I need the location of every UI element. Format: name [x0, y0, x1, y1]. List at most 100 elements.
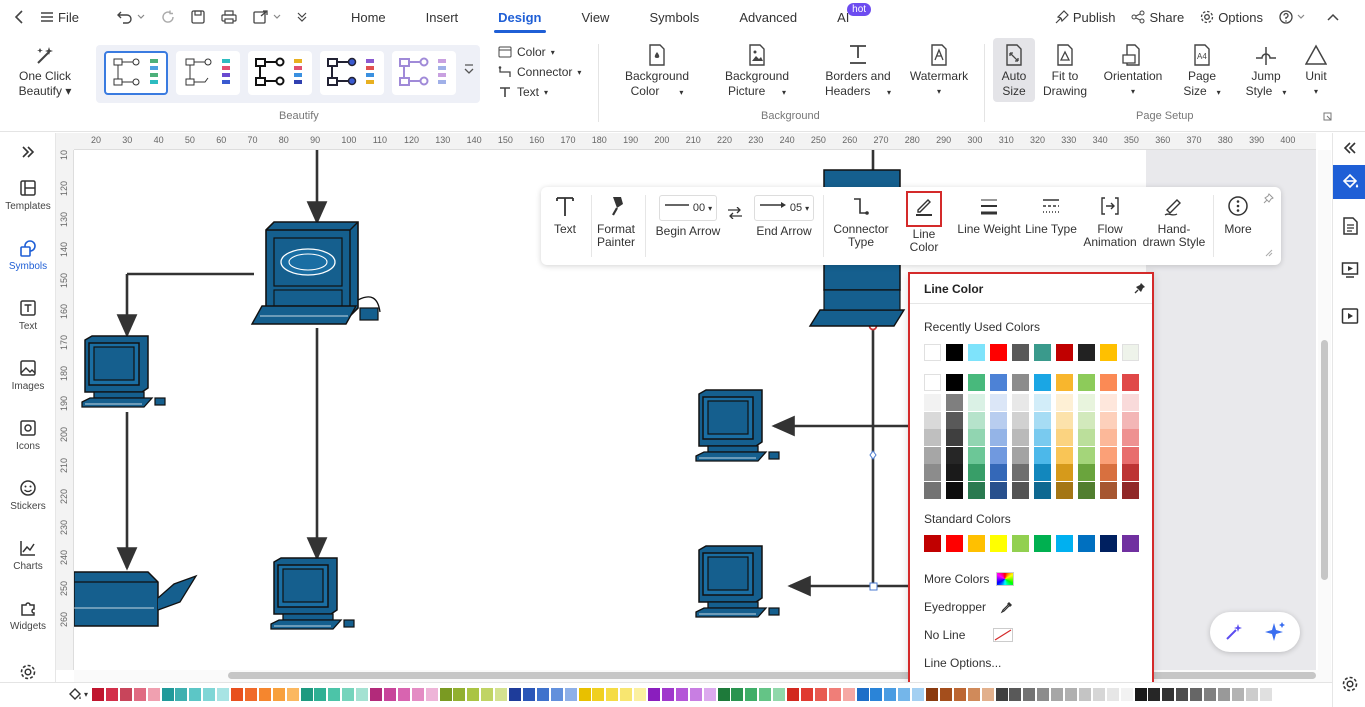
- tab-ai[interactable]: AI hot: [817, 0, 872, 34]
- theme-shade-swatch[interactable]: [1056, 429, 1073, 447]
- recent-color-swatch[interactable]: [990, 344, 1007, 361]
- theme-shade-swatch[interactable]: [990, 429, 1007, 447]
- background-picture-button[interactable]: Background Picture ▾: [712, 44, 802, 100]
- right-panel-collapse-button[interactable]: [1343, 141, 1357, 155]
- recent-color-swatch[interactable]: [968, 344, 985, 361]
- recent-color-swatch[interactable]: [1012, 344, 1029, 361]
- theme-color-swatch[interactable]: [1100, 374, 1117, 391]
- theme-shade-swatch[interactable]: [968, 429, 985, 447]
- palette-swatch[interactable]: [231, 688, 243, 701]
- palette-swatch[interactable]: [286, 688, 299, 701]
- palette-swatch[interactable]: [787, 688, 799, 701]
- palette-swatch[interactable]: [509, 688, 521, 701]
- theme-shade-swatch[interactable]: [1056, 446, 1073, 464]
- sidebar-item-symbols[interactable]: Symbols: [0, 239, 56, 272]
- palette-swatch[interactable]: [967, 688, 980, 701]
- sidebar-item-icons[interactable]: Icons: [0, 419, 56, 452]
- watermark-button[interactable]: Watermark ▾: [906, 44, 972, 99]
- fit-to-drawing-button[interactable]: Fit to Drawing: [1040, 44, 1090, 99]
- sidebar-item-charts[interactable]: Charts: [0, 539, 56, 572]
- theme-shade-swatch[interactable]: [946, 482, 963, 499]
- palette-swatch[interactable]: [1051, 688, 1064, 701]
- palette-swatch[interactable]: [411, 688, 424, 701]
- ai-assistant-button[interactable]: [1264, 621, 1286, 643]
- palette-swatch[interactable]: [800, 688, 813, 701]
- tab-home[interactable]: Home: [331, 0, 406, 34]
- palette-swatch[interactable]: [606, 688, 619, 701]
- right-panel-style-tab[interactable]: [1333, 165, 1365, 199]
- theme-color-swatch[interactable]: [990, 374, 1007, 391]
- palette-swatch[interactable]: [397, 688, 410, 701]
- palette-swatch[interactable]: [203, 688, 216, 701]
- theme-color-swatch[interactable]: [1012, 374, 1029, 391]
- palette-swatch[interactable]: [661, 688, 674, 701]
- theme-shade-swatch[interactable]: [1122, 464, 1139, 482]
- beautify-gallery-more[interactable]: [464, 63, 474, 77]
- redo-button[interactable]: [153, 0, 183, 34]
- palette-swatch[interactable]: [383, 688, 396, 701]
- theme-shade-swatch[interactable]: [1078, 429, 1095, 447]
- palette-swatch[interactable]: [1106, 688, 1119, 701]
- palette-swatch[interactable]: [300, 688, 313, 701]
- standard-color-swatch[interactable]: [946, 535, 963, 552]
- theme-shade-swatch[interactable]: [1078, 394, 1095, 411]
- theme-shade-swatch[interactable]: [946, 394, 963, 411]
- palette-swatch[interactable]: [870, 688, 883, 701]
- palette-swatch[interactable]: [1134, 688, 1147, 701]
- palette-swatch[interactable]: [1259, 688, 1272, 701]
- vertical-scrollbar[interactable]: [1318, 150, 1331, 670]
- palette-swatch[interactable]: [814, 688, 827, 701]
- one-click-beautify-button[interactable]: One Click Beautify ▾: [12, 44, 78, 99]
- theme-color-swatch[interactable]: [1034, 374, 1051, 391]
- palette-swatch[interactable]: [481, 688, 494, 701]
- ft-hand-drawn-button[interactable]: Hand- drawn Style: [1141, 195, 1207, 249]
- palette-swatch[interactable]: [495, 688, 508, 701]
- theme-shade-swatch[interactable]: [990, 482, 1007, 499]
- standard-color-swatch[interactable]: [924, 535, 941, 552]
- ft-more-button[interactable]: More: [1221, 195, 1255, 236]
- palette-swatch[interactable]: [926, 688, 938, 701]
- theme-shade-swatch[interactable]: [1100, 394, 1117, 411]
- palette-swatch[interactable]: [884, 688, 897, 701]
- line-options-link[interactable]: Line Options...: [924, 656, 1001, 670]
- color-dropdown[interactable]: Color ▾: [498, 45, 555, 59]
- theme-color-swatch[interactable]: [924, 374, 941, 391]
- options-button[interactable]: Options: [1192, 0, 1271, 34]
- theme-shade-swatch[interactable]: [968, 482, 985, 499]
- theme-shade-swatch[interactable]: [946, 411, 963, 429]
- begin-arrow-select[interactable]: 00 ▾: [658, 195, 718, 221]
- beautify-style-4[interactable]: [320, 51, 384, 95]
- theme-shade-swatch[interactable]: [990, 464, 1007, 482]
- palette-swatch[interactable]: [773, 688, 786, 701]
- beautify-style-1[interactable]: [104, 51, 168, 95]
- theme-shade-swatch[interactable]: [1078, 482, 1095, 499]
- no-line-option[interactable]: No Line: [924, 628, 1014, 642]
- ft-swap-arrows-button[interactable]: [727, 207, 743, 225]
- right-panel-page-tab[interactable]: [1341, 217, 1359, 235]
- standard-color-swatch[interactable]: [1034, 535, 1051, 552]
- palette-swatch[interactable]: [1231, 688, 1244, 701]
- theme-shade-swatch[interactable]: [924, 394, 941, 411]
- theme-shade-swatch[interactable]: [990, 411, 1007, 429]
- palette-swatch[interactable]: [356, 688, 369, 701]
- palette-swatch[interactable]: [634, 688, 647, 701]
- fill-color-button[interactable]: ▾: [68, 687, 88, 701]
- palette-swatch[interactable]: [342, 688, 355, 701]
- theme-shade-swatch[interactable]: [968, 394, 985, 411]
- theme-shade-swatch[interactable]: [1078, 446, 1095, 464]
- recent-color-swatch[interactable]: [1056, 344, 1073, 361]
- palette-swatch[interactable]: [1065, 688, 1077, 701]
- theme-shade-swatch[interactable]: [946, 446, 963, 464]
- eyedropper-option[interactable]: Eyedropper: [924, 600, 1014, 614]
- theme-shade-swatch[interactable]: [968, 411, 985, 429]
- tab-advanced[interactable]: Advanced: [719, 0, 817, 34]
- palette-swatch[interactable]: [536, 688, 549, 701]
- sidebar-item-text[interactable]: Text: [0, 299, 56, 332]
- palette-swatch[interactable]: [953, 688, 966, 701]
- palette-swatch[interactable]: [161, 688, 174, 701]
- theme-shade-swatch[interactable]: [924, 429, 941, 447]
- file-menu[interactable]: File: [32, 0, 87, 34]
- theme-shade-swatch[interactable]: [1012, 411, 1029, 429]
- palette-swatch[interactable]: [244, 688, 257, 701]
- theme-shade-swatch[interactable]: [924, 411, 941, 429]
